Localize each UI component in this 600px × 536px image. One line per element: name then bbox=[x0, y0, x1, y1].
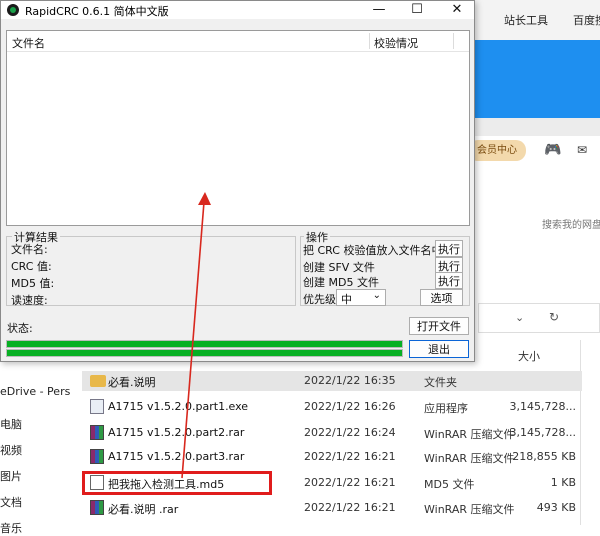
arrow-head bbox=[198, 192, 211, 205]
drag-arrow bbox=[181, 192, 211, 479]
arrow-line bbox=[181, 201, 205, 479]
